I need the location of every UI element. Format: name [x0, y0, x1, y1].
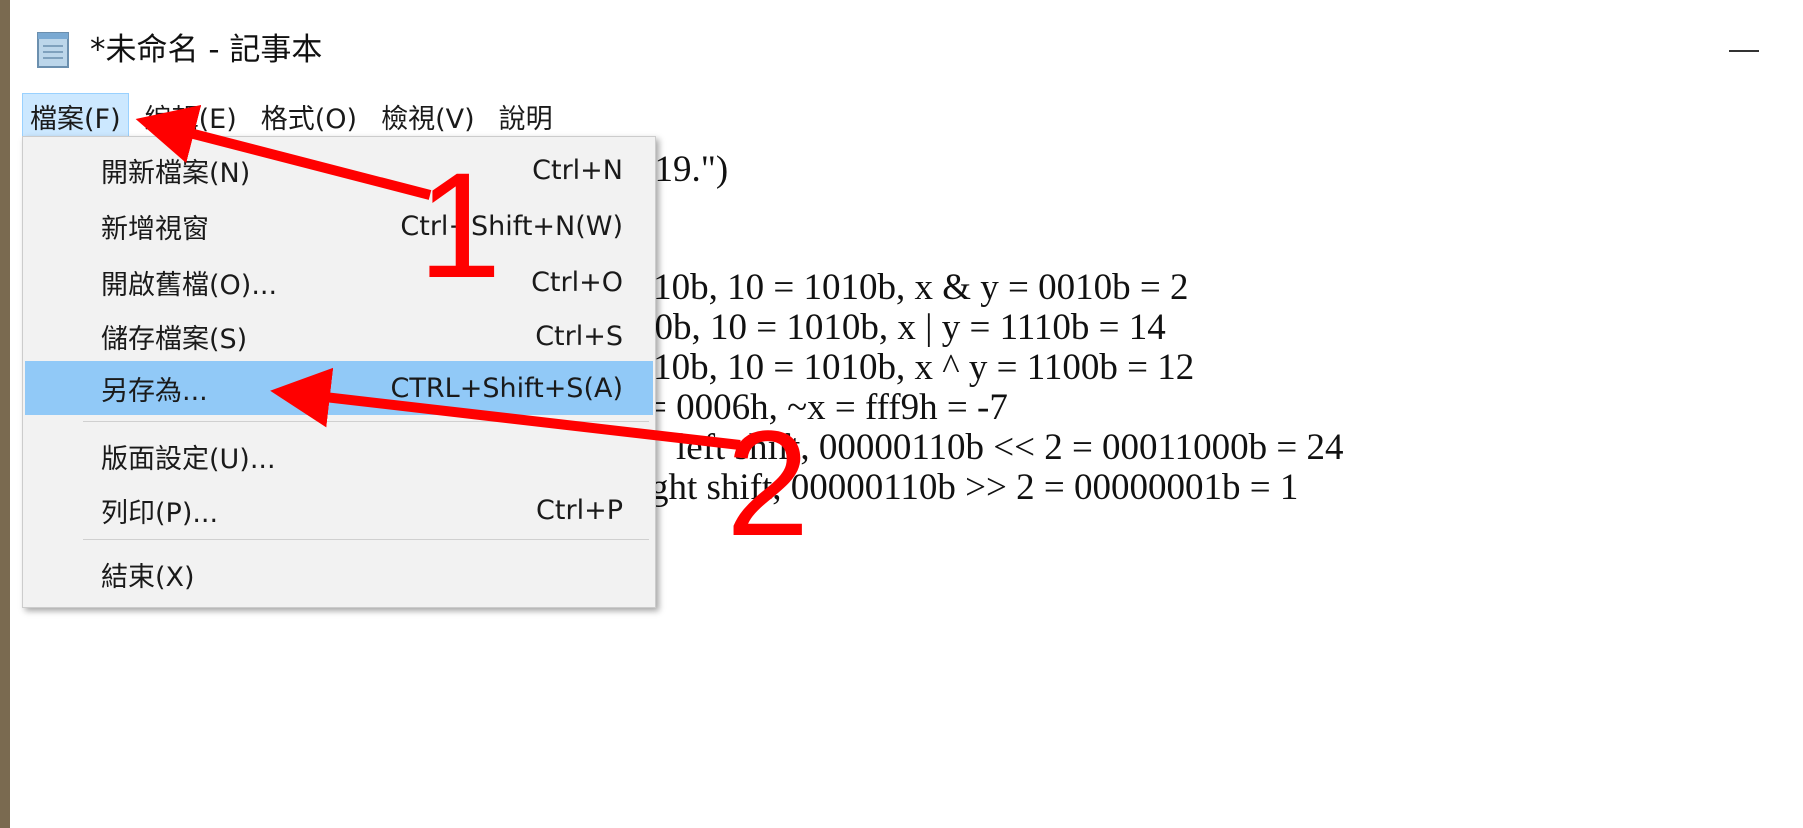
menu-format[interactable]: 格式(O): [253, 93, 365, 140]
window-title: *未命名 - 記事本: [90, 32, 323, 68]
menu-item-page-setup[interactable]: 版面設定(U)...: [25, 429, 653, 483]
menu-item-shortcut: Ctrl+N: [532, 154, 623, 186]
menu-separator: [83, 539, 649, 540]
editor-line: 10b, 10 = 1010b, x | y = 1110b = 14: [636, 307, 1166, 348]
menu-item-save[interactable]: 儲存檔案(S) Ctrl+S: [25, 309, 653, 363]
menu-item-label: 開新檔案(N): [101, 157, 251, 189]
menu-item-label: 新增視窗: [101, 213, 209, 245]
menu-item-save-as[interactable]: 另存為... CTRL+Shift+S(A): [25, 361, 653, 415]
editor-line: 110b, 10 = 1010b, x & y = 0010b = 2: [636, 267, 1189, 308]
notepad-icon: [37, 32, 69, 68]
minimize-button[interactable]: [1709, 20, 1779, 80]
menu-item-label: 版面設定(U)...: [101, 443, 276, 475]
menu-item-new[interactable]: 開新檔案(N) Ctrl+N: [25, 143, 653, 197]
editor-line: = 0006h, ~x = fff9h = -7: [646, 387, 1008, 428]
menu-item-label: 開啟舊檔(O)...: [101, 269, 278, 301]
menu-item-shortcut: CTRL+Shift+S(A): [390, 372, 623, 404]
menu-separator: [83, 421, 649, 422]
menu-item-shortcut: Ctrl+O: [531, 266, 623, 298]
menu-view[interactable]: 檢視(V): [373, 93, 483, 140]
file-menu-dropdown: 開新檔案(N) Ctrl+N 新增視窗 Ctrl+Shift+N(W) 開啟舊檔…: [22, 136, 656, 608]
menu-item-open[interactable]: 開啟舊檔(O)... Ctrl+O: [25, 255, 653, 309]
menu-item-print[interactable]: 列印(P)... Ctrl+P: [25, 483, 653, 537]
menu-item-label: 結束(X): [101, 561, 195, 593]
menu-edit[interactable]: 編輯(E): [137, 93, 245, 140]
annotation-step-2: 2: [726, 399, 810, 567]
menu-bar: 檔案(F) 編輯(E) 格式(O) 檢視(V) 說明: [10, 92, 1803, 140]
title-bar: *未命名 - 記事本: [10, 0, 1803, 92]
menu-item-label: 另存為...: [101, 375, 208, 407]
menu-item-label: 儲存檔案(S): [101, 323, 248, 355]
notepad-window: *未命名 - 記事本 檔案(F) 編輯(E) 格式(O) 檢視(V) 說明 01…: [0, 0, 1803, 828]
menu-item-shortcut: Ctrl+P: [536, 494, 623, 526]
menu-item-shortcut: Ctrl+S: [535, 320, 623, 352]
menu-file[interactable]: 檔案(F): [22, 92, 129, 140]
annotation-step-1: 1: [418, 141, 502, 309]
menu-item-new-window[interactable]: 新增視窗 Ctrl+Shift+N(W): [25, 199, 653, 253]
menu-item-exit[interactable]: 結束(X): [25, 547, 653, 601]
editor-line: 110b, 10 = 1010b, x ^ y = 1100b = 12: [636, 347, 1195, 388]
menu-item-label: 列印(P)...: [101, 497, 219, 529]
menu-help[interactable]: 說明: [491, 93, 561, 140]
